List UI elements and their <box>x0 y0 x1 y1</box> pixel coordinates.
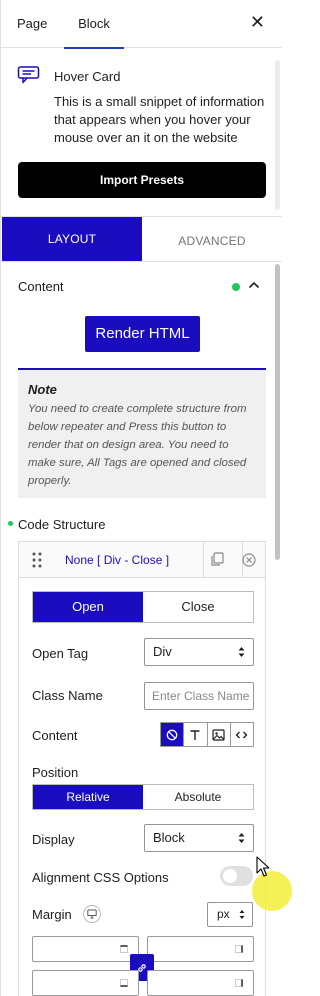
alignment-css-label: Alignment CSS Options <box>32 870 169 885</box>
margin-unit-select[interactable]: px <box>207 902 253 927</box>
scrollbar-thumb[interactable] <box>275 264 280 560</box>
open-tag-label: Open Tag <box>32 646 89 661</box>
note-title: Note <box>28 382 57 397</box>
text-icon[interactable] <box>183 723 206 746</box>
cursor-highlight <box>252 871 292 911</box>
import-presets-button[interactable]: Import Presets <box>18 162 266 198</box>
select-arrows-icon <box>238 647 245 657</box>
divider <box>203 542 204 578</box>
margin-left-icon <box>235 979 243 987</box>
none-icon[interactable] <box>161 723 184 746</box>
class-name-input[interactable]: Enter Class Name <box>144 682 254 710</box>
margin-top-input[interactable] <box>32 936 139 962</box>
open-close-toggle: Open Close <box>32 591 254 623</box>
position-toggle: Relative Absolute <box>32 784 254 810</box>
open-option[interactable]: Open <box>33 592 143 622</box>
image-icon[interactable] <box>206 723 230 746</box>
margin-bottom-icon <box>120 979 128 987</box>
repeater-item-header[interactable]: None [ Div - Close ] <box>19 542 265 578</box>
hover-card-icon <box>17 66 40 84</box>
content-section-title[interactable]: Content <box>18 279 64 294</box>
margin-top-icon <box>120 945 128 953</box>
drag-handle-icon[interactable] <box>32 552 42 568</box>
monitor-icon[interactable] <box>83 905 101 923</box>
status-dot <box>8 521 13 526</box>
block-title: Hover Card <box>54 69 121 84</box>
margin-right-icon <box>235 945 243 953</box>
repeater-item: None [ Div - Close ] Open Close Open Tag… <box>18 541 266 996</box>
status-dot <box>232 283 240 291</box>
absolute-option[interactable]: Absolute <box>143 785 253 809</box>
open-tag-select[interactable]: Div <box>144 638 254 666</box>
sidebar-tabs: Page Block ✕ <box>1 0 282 49</box>
margin-left-input[interactable] <box>147 970 254 996</box>
open-tag-value: Div <box>153 644 172 659</box>
content-type-group <box>160 722 254 747</box>
settings-tabs: LAYOUT ADVANCED <box>1 216 282 262</box>
block-description: This is a small snippet of information t… <box>54 94 265 145</box>
code-structure-title: Code Structure <box>18 517 106 532</box>
display-label: Display <box>32 832 75 847</box>
tab-advanced[interactable]: ADVANCED <box>142 217 282 261</box>
scrollbar-track <box>275 60 280 210</box>
class-name-label: Class Name <box>32 688 103 703</box>
block-settings-panel: Page Block ✕ Hover Card This is a small … <box>0 0 292 996</box>
margin-bottom-input[interactable] <box>32 970 139 996</box>
position-label: Position <box>32 765 79 780</box>
select-arrows-icon <box>238 833 245 843</box>
content-label: Content <box>32 728 78 743</box>
render-html-button[interactable]: Render HTML <box>85 316 200 352</box>
mouse-pointer-icon <box>256 856 270 877</box>
repeater-item-title[interactable]: None [ Div - Close ] <box>65 553 169 567</box>
note-text: You need to create complete structure fr… <box>28 403 247 487</box>
code-icon[interactable] <box>229 723 253 746</box>
display-select[interactable]: Block <box>144 824 254 852</box>
margin-label: Margin <box>32 907 72 922</box>
note-box: Note You need to create complete structu… <box>18 368 266 498</box>
margin-right-input[interactable] <box>147 936 254 962</box>
remove-icon[interactable] <box>241 552 257 568</box>
alignment-css-toggle[interactable] <box>220 866 253 886</box>
select-arrows-icon <box>239 910 245 919</box>
margin-unit-value: px <box>217 907 230 921</box>
relative-option[interactable]: Relative <box>33 785 143 809</box>
close-icon[interactable]: ✕ <box>250 13 265 33</box>
tab-layout[interactable]: LAYOUT <box>2 217 142 261</box>
close-option[interactable]: Close <box>143 592 253 622</box>
tab-page[interactable]: Page <box>17 0 47 48</box>
display-value: Block <box>153 830 185 845</box>
chevron-up-icon[interactable] <box>248 280 260 290</box>
tab-block[interactable]: Block <box>64 0 124 49</box>
duplicate-icon[interactable] <box>209 551 225 567</box>
